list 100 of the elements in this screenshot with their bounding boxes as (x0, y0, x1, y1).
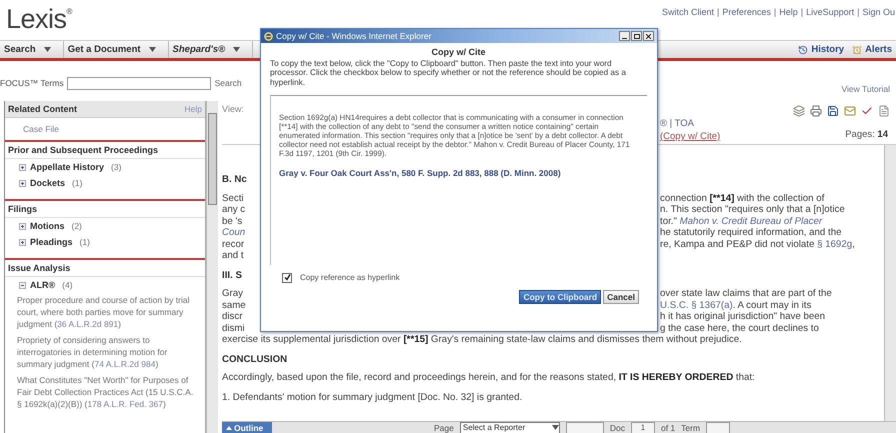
citation-link[interactable]: Coun (222, 227, 246, 238)
reporter-select[interactable]: Select a Reporter (460, 422, 560, 433)
body-text-fragment: Secti (222, 192, 244, 204)
nav-link[interactable]: History (798, 44, 844, 55)
page-field[interactable] (566, 422, 604, 433)
maximize-icon (634, 34, 640, 38)
tree-item[interactable]: Appellate History (30, 162, 104, 172)
document-icon[interactable] (878, 105, 890, 117)
focus-terms-label: FOCUS™ Terms (0, 78, 64, 88)
body-text-fragment: re, Kampa and PE&P did not violate § 1692g, (660, 238, 855, 250)
toa-link[interactable]: ® | TOA (660, 118, 694, 129)
body-text-fragment: he statutorily required information, and the (660, 227, 842, 238)
browser-icon (264, 32, 273, 40)
body-text-fragment: discr (222, 311, 242, 322)
printer-icon[interactable] (810, 105, 822, 117)
history-icon (798, 44, 808, 54)
annotation-text: Proper procedure and course of action by trial court, where both parties move for summary judgment (36 A.L.R.2d 891) (17, 294, 190, 330)
caret-icon (44, 47, 51, 52)
item-count: (2) (72, 221, 82, 231)
caret-icon (552, 425, 559, 430)
expand-icon[interactable] (19, 222, 26, 230)
doc-field[interactable]: 1 (630, 422, 655, 433)
header-link[interactable]: Help (779, 7, 798, 17)
body-text-line: Accordingly, based upon the file, record and proceedings herein, and for the reasons stated, IT IS HEREBY ORDERED that: (222, 372, 756, 384)
body-text-fragment: any c (222, 204, 246, 216)
citation-link[interactable]: Mahon v. Credit Bureau of Placer (680, 216, 822, 226)
header-link[interactable]: Switch Client (662, 7, 714, 17)
body-text-fragment: U.S.C. § 1367(a). A court may in its (660, 300, 812, 311)
tutorial-link[interactable]: View Tutorial (841, 84, 890, 94)
doc-label: Doc (610, 422, 625, 432)
body-text-fragment: Gray (222, 288, 243, 300)
tree-item[interactable]: Pleadings (30, 237, 73, 247)
collapse-icon[interactable] (19, 282, 26, 288)
nav-menu[interactable]: Get a Document (64, 41, 169, 58)
body-text-fragment: g the case here, the court declines to (660, 322, 819, 334)
outline-button[interactable]: Outline (222, 422, 272, 433)
body-text-fragment: tor." Mahon v. Credit Bureau of Placer (660, 216, 822, 227)
section-heading: B. Nc (222, 174, 247, 186)
caret-icon (233, 47, 240, 52)
scrollbar[interactable] (206, 101, 218, 433)
link-separator: | (800, 7, 804, 17)
item-count: (4) (62, 280, 73, 290)
body-text-fragment: n. This section "requires only that a [n]otice (660, 204, 845, 216)
hyperlink-checkbox[interactable] (282, 272, 292, 283)
close-button[interactable] (643, 31, 654, 41)
page-count: Pages: 14 (845, 129, 888, 140)
term-field[interactable] (706, 422, 730, 433)
doc-total: of 1 (660, 422, 676, 432)
instructions-text: To copy the text below, click the "Copy to Clipboard" button. Then paste the text into your word processor. Click the checkbox below to specify whether or not the reference should be copied as a hyperlink. (270, 59, 627, 87)
citation-link[interactable]: U.S.C. § 1367(a) (660, 300, 733, 310)
expand-icon[interactable] (19, 164, 26, 170)
link-separator: | (774, 7, 776, 17)
nav-menu[interactable]: Search (0, 41, 64, 58)
save-icon[interactable] (827, 105, 839, 117)
cancel-button[interactable]: Cancel (603, 290, 639, 304)
body-text-line: exercise its supplemental jurisdiction over [**15] Gray's remaining state-law claims and dismisses them without prejudice. (222, 334, 743, 346)
citation-link[interactable]: § 1692g (817, 238, 852, 250)
annotation-link[interactable]: 74 A.L.R.2d 984 (94, 359, 156, 369)
section-title: Prior and Subsequent Proceedings (5, 142, 205, 159)
body-text-fragment: be 's (222, 216, 242, 227)
body-text-fragment: same (222, 300, 246, 311)
body-text-fragment: recor (222, 238, 244, 250)
focus-terms-field[interactable] (66, 76, 211, 90)
scrollbar[interactable] (884, 145, 896, 421)
item-count: (3) (111, 162, 122, 172)
link-separator: | (717, 7, 720, 17)
caret-icon (148, 47, 156, 52)
section-title: Issue Analysis (5, 260, 205, 277)
section-heading: CONCLUSION (222, 354, 288, 365)
page-label: Page (434, 422, 454, 432)
nav-link[interactable]: Alerts (852, 44, 892, 55)
checkbox-label: Copy reference as hyperlink (300, 273, 400, 282)
annotation-link[interactable]: 178 A.L.R. Fed. 367 (87, 399, 163, 409)
body-text-fragment: dismi (222, 322, 245, 334)
tree-item[interactable]: Dockets (30, 178, 66, 188)
header-link[interactable]: LiveSupport (806, 7, 854, 17)
header-link[interactable]: Sign Ou (862, 7, 895, 17)
mail-icon[interactable] (844, 105, 856, 117)
copy-button[interactable]: Copy to Clipboard (519, 290, 602, 304)
section-heading: III. S (222, 270, 242, 281)
citation-link[interactable]: Gray v. Four Oak Court Ass'n, 580 F. Supp. 2d 883, 888 (D. Minn. 2008) (279, 168, 641, 178)
maximize-button[interactable] (631, 31, 642, 41)
copy-cite-link[interactable]: (Copy w/ Cite) (660, 131, 720, 142)
annotation-text: Propriety of considering answers to interrogatories in determining motion for summary judgment (74 A.L.R.2d 984) (17, 334, 168, 370)
expand-icon[interactable] (19, 180, 26, 186)
view-label: View: (222, 104, 244, 114)
nav-menu[interactable]: Shepard's® (168, 41, 254, 58)
search-button[interactable]: Search (214, 78, 242, 88)
body-text-fragment: over state law claims that are part of the (660, 288, 832, 300)
stack-icon[interactable] (793, 105, 805, 117)
annotation-link[interactable]: 36 A.L.R.2d 891 (57, 319, 118, 329)
header-link[interactable]: Preferences (722, 7, 771, 17)
minimize-button[interactable] (619, 31, 630, 41)
expand-icon[interactable] (19, 238, 26, 246)
tree-item[interactable]: Motions (30, 221, 64, 231)
item-count: (1) (72, 178, 82, 188)
tree-item[interactable]: ALR® (30, 280, 56, 290)
case-file-link[interactable]: Case File (5, 118, 205, 140)
term-label: Term (681, 422, 700, 432)
check-icon[interactable] (861, 105, 873, 117)
